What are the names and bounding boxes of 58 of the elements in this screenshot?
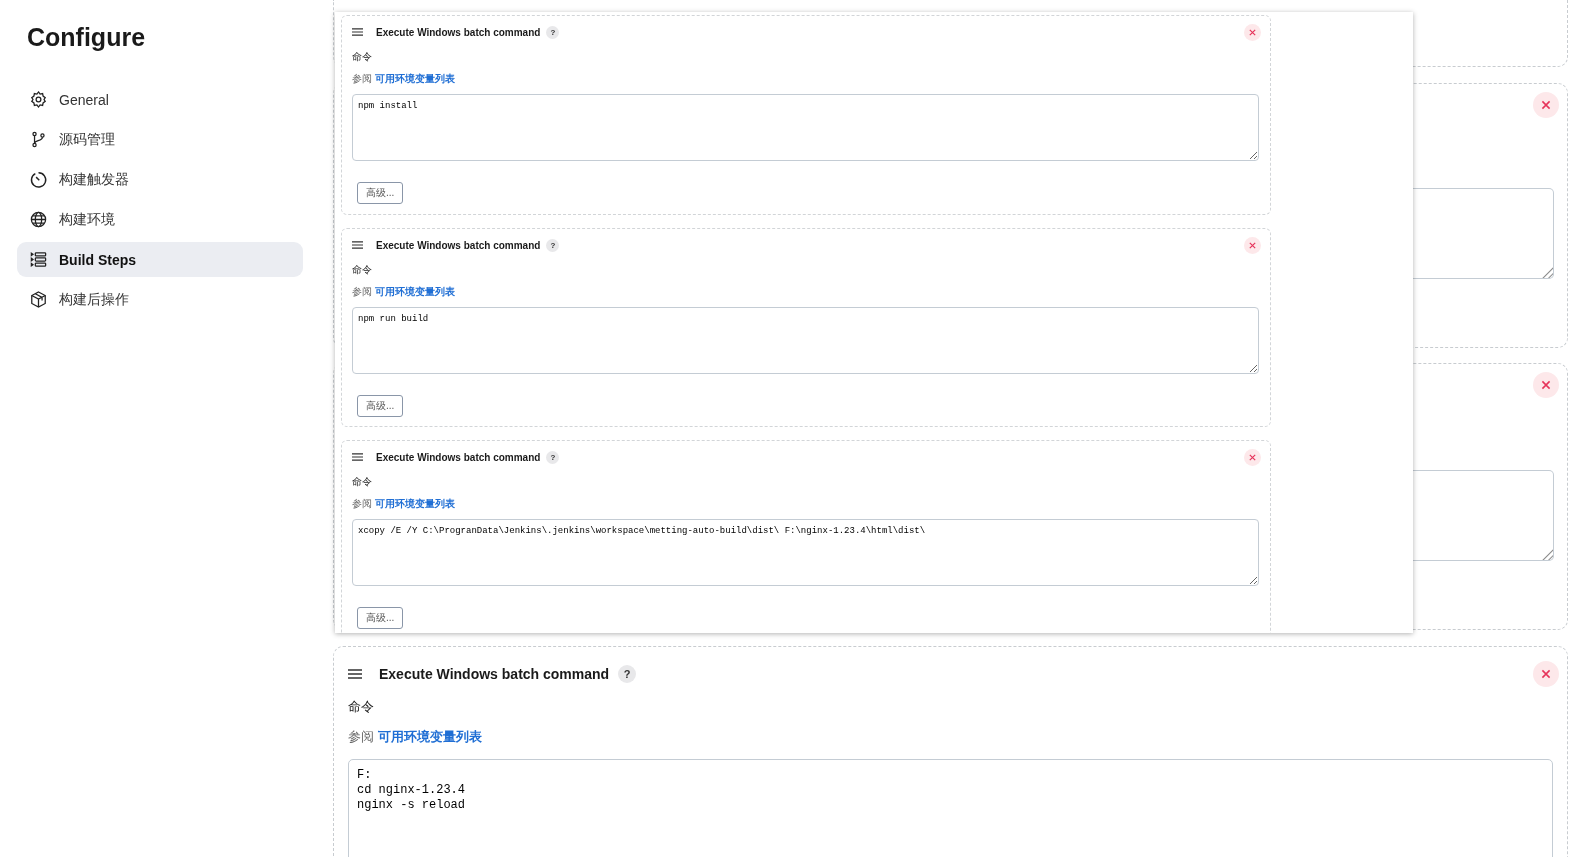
command-field[interactable]: xcopy /E /Y C:\ProgranData\Jenkins\.jenkins\workspace\metting-auto-build\dist\ F:\nginx-1.23.4\html\dist\ <box>352 519 1259 586</box>
delete-button[interactable] <box>1244 237 1261 254</box>
delete-button[interactable] <box>1244 449 1261 466</box>
drag-handle-icon[interactable] <box>352 453 363 461</box>
close-icon <box>1248 241 1257 250</box>
advanced-button[interactable]: 高级... <box>357 182 404 204</box>
command-field[interactable] <box>1413 470 1554 561</box>
globe-icon <box>29 210 48 229</box>
drag-handle-icon[interactable] <box>348 669 362 679</box>
env-vars-link[interactable]: 可用环境变量列表 <box>374 73 455 84</box>
step-title: Execute Windows batch command <box>376 239 541 251</box>
see-also-text: 参阅 <box>352 286 372 297</box>
close-icon <box>1540 379 1552 391</box>
delete-button[interactable] <box>1533 372 1559 398</box>
delete-button[interactable] <box>1533 661 1559 687</box>
delete-button[interactable] <box>1533 92 1559 118</box>
command-field[interactable] <box>1413 188 1554 279</box>
sidebar-item[interactable]: 构建环境 <box>17 202 303 237</box>
step-title: Execute Windows batch command <box>376 451 541 463</box>
field-label: 命令 <box>348 698 375 716</box>
help-button[interactable]: ? <box>546 25 560 39</box>
list-icon <box>29 250 48 269</box>
field-label: 命令 <box>352 475 373 489</box>
command-field[interactable]: npm run build <box>352 307 1259 374</box>
command-field[interactable]: npm install <box>352 94 1259 161</box>
drag-handle-icon[interactable] <box>352 241 363 249</box>
env-vars-link[interactable]: 可用环境变量列表 <box>377 729 482 744</box>
env-vars-link[interactable]: 可用环境变量列表 <box>374 286 455 297</box>
step-title: Execute Windows batch command <box>376 26 541 38</box>
advanced-button[interactable]: 高级... <box>357 607 404 629</box>
branch-icon <box>29 130 48 149</box>
help-button[interactable]: ? <box>618 665 637 683</box>
sidebar-item[interactable]: 构建触发器 <box>17 162 303 197</box>
page-title: Configure <box>27 22 147 53</box>
step-title: Execute Windows batch command <box>379 666 610 682</box>
delete-button[interactable] <box>1244 24 1261 41</box>
close-icon <box>1540 99 1552 111</box>
sidebar-item[interactable]: 源码管理 <box>17 122 303 157</box>
sidebar-item[interactable]: 构建后操作 <box>17 282 303 317</box>
field-label: 命令 <box>352 50 373 64</box>
gear-icon <box>29 90 48 109</box>
sidebar-item[interactable]: General <box>17 82 303 117</box>
see-also-text: 参阅 <box>348 729 374 744</box>
drag-handle-icon[interactable] <box>352 28 363 36</box>
see-also-text: 参阅 <box>352 73 372 84</box>
close-icon <box>1248 28 1257 37</box>
see-also-text: 参阅 <box>352 498 372 509</box>
command-field[interactable]: F: cd nginx-1.23.4 nginx -s reload <box>348 759 1553 857</box>
close-icon <box>1248 453 1257 462</box>
close-icon <box>1540 668 1552 680</box>
timer-icon <box>29 170 48 189</box>
help-button[interactable]: ? <box>546 450 560 464</box>
env-vars-link[interactable]: 可用环境变量列表 <box>374 498 455 509</box>
advanced-button[interactable]: 高级... <box>357 395 404 417</box>
sidebar-item[interactable]: Build Steps <box>17 242 303 277</box>
help-button[interactable]: ? <box>546 238 560 252</box>
field-label: 命令 <box>352 263 373 277</box>
package-icon <box>29 290 48 309</box>
